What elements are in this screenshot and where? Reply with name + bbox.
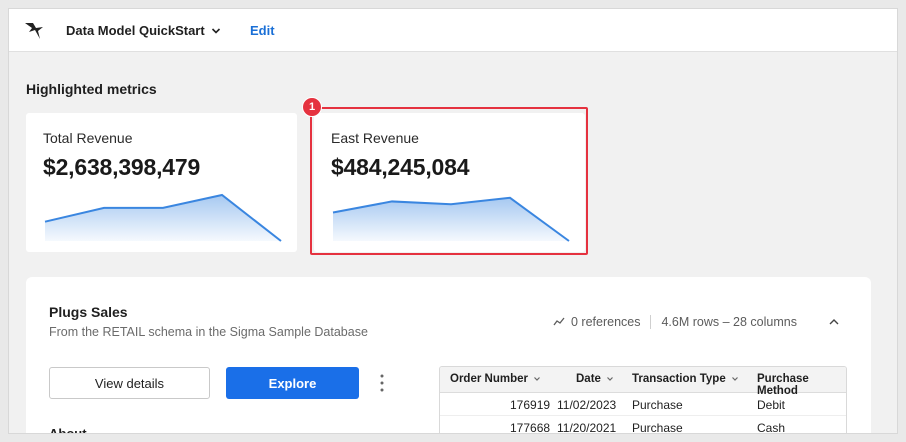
sparkline-chart	[44, 193, 282, 242]
workbook-title[interactable]: Data Model QuickStart	[66, 23, 221, 38]
cell-purchase-method: Cash	[757, 421, 786, 434]
chevron-down-icon	[211, 27, 220, 34]
rows-columns-info: 4.6M rows – 28 columns	[661, 315, 797, 329]
column-header-date[interactable]: Date	[576, 373, 614, 385]
metric-card-east-revenue[interactable]: East Revenue $484,245,084	[314, 113, 585, 252]
sigma-logo-icon[interactable]	[23, 20, 45, 42]
about-heading: About	[49, 426, 87, 434]
cell-date: 11/20/2021	[557, 421, 617, 434]
chevron-down-icon	[731, 377, 738, 381]
sparkline-area	[45, 195, 281, 241]
chevron-up-icon[interactable]	[828, 316, 840, 328]
edit-button[interactable]: Edit	[250, 23, 275, 38]
cell-order-number: 176919	[510, 398, 551, 412]
column-header-order-number[interactable]: Order Number	[450, 373, 541, 385]
metric-value: $2,638,398,479	[43, 154, 201, 180]
panel-title: Plugs Sales	[49, 304, 128, 320]
table-row[interactable]: 176919 11/02/2023 Purchase Debit	[440, 393, 846, 416]
view-details-button[interactable]: View details	[49, 367, 210, 399]
table-row[interactable]: 177668 11/20/2021 Purchase Cash	[440, 416, 846, 434]
column-header-label: Order Number	[450, 373, 528, 385]
panel-subtitle: From the RETAIL schema in the Sigma Samp…	[49, 325, 368, 339]
app-window: Data Model QuickStart Edit Highlighted m…	[8, 8, 898, 434]
sparkline-chart	[332, 196, 570, 242]
metric-label: East Revenue	[331, 130, 419, 146]
more-options-icon[interactable]	[377, 373, 387, 393]
explore-button[interactable]: Explore	[226, 367, 359, 399]
meta-divider	[650, 315, 652, 329]
column-header-transaction-type[interactable]: Transaction Type	[632, 373, 739, 385]
cell-transaction-type: Purchase	[632, 421, 683, 434]
column-header-label: Transaction Type	[632, 373, 726, 385]
workbook-title-text: Data Model QuickStart	[66, 23, 205, 38]
cell-order-number: 177668	[510, 421, 551, 434]
cell-transaction-type: Purchase	[632, 398, 683, 412]
chevron-down-icon	[534, 377, 540, 381]
panel-meta: 0 references 4.6M rows – 28 columns	[553, 315, 797, 329]
section-title: Highlighted metrics	[26, 81, 157, 97]
trend-line-icon	[553, 317, 565, 326]
cell-date: 11/02/2023	[557, 398, 617, 412]
metric-label: Total Revenue	[43, 130, 133, 146]
table-header: Order Number Date Transaction Type Purch…	[440, 367, 846, 397]
references-count[interactable]: 0 references	[571, 315, 640, 329]
data-preview-table: Order Number Date Transaction Type Purch…	[439, 366, 847, 434]
metric-value: $484,245,084	[331, 154, 470, 180]
metric-card-total-revenue[interactable]: Total Revenue $2,638,398,479	[26, 113, 297, 252]
column-header-label: Date	[576, 373, 601, 385]
chevron-down-icon	[607, 377, 613, 381]
top-bar: Data Model QuickStart Edit	[9, 9, 897, 52]
annotation-badge: 1	[302, 97, 322, 117]
cell-purchase-method: Debit	[757, 398, 786, 412]
data-source-panel: Plugs Sales From the RETAIL schema in th…	[26, 277, 871, 434]
